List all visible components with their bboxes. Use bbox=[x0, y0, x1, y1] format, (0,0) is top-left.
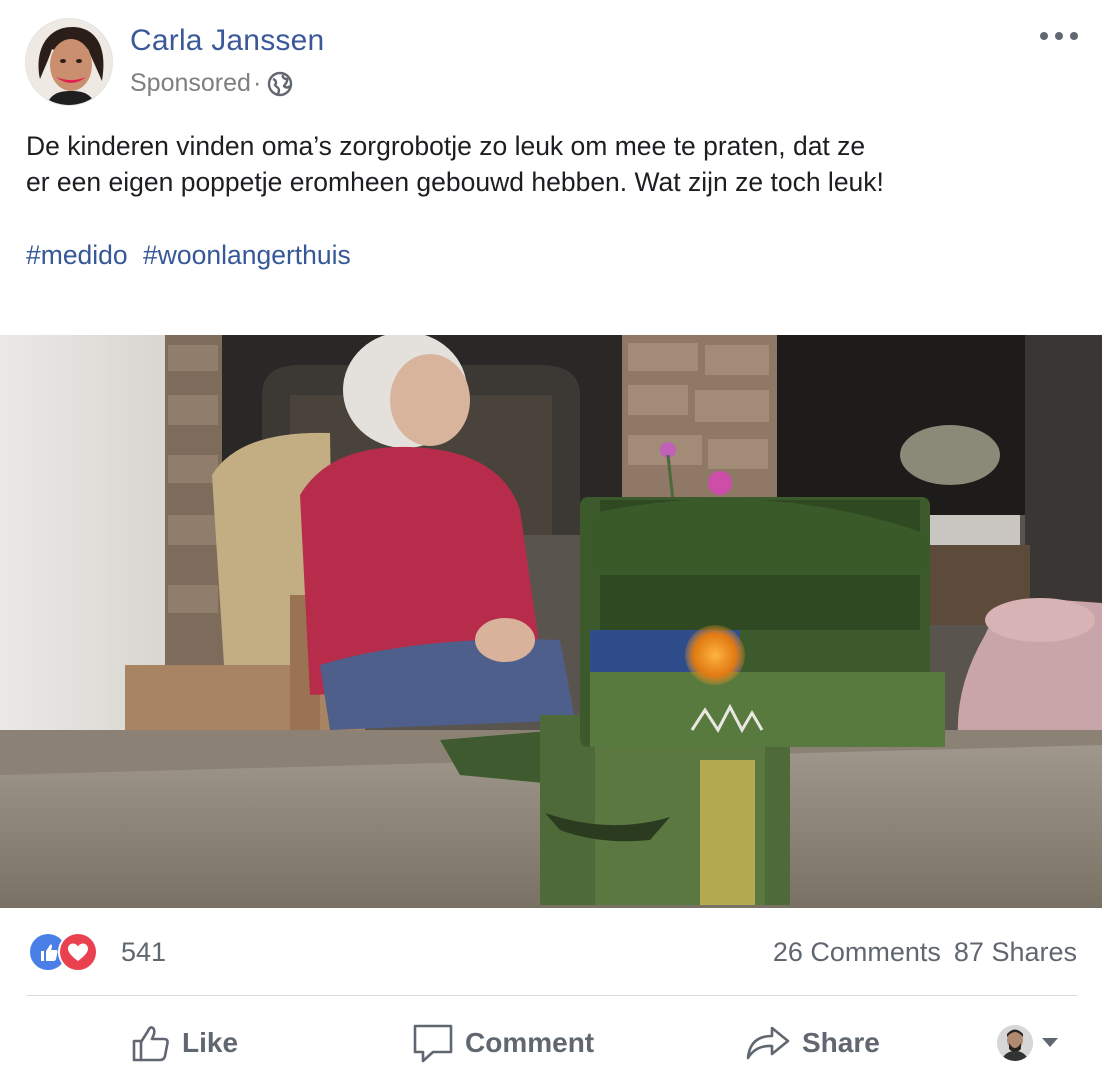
viewer-avatar[interactable] bbox=[997, 1025, 1033, 1061]
chevron-down-icon[interactable] bbox=[1042, 1038, 1058, 1047]
author-avatar[interactable] bbox=[25, 18, 113, 106]
more-options-button[interactable] bbox=[1040, 22, 1078, 50]
dot-icon bbox=[1040, 32, 1048, 40]
photo-illustration bbox=[0, 335, 1102, 908]
love-reaction-icon bbox=[58, 932, 98, 972]
shares-count[interactable]: 87 Shares bbox=[954, 937, 1077, 967]
viewer-photo bbox=[997, 1025, 1033, 1061]
post-text: De kinderen vinden oma’s zorgrobotje zo … bbox=[26, 128, 1066, 200]
hashtag-link[interactable]: #medido bbox=[26, 240, 128, 270]
post-photo[interactable] bbox=[0, 335, 1102, 908]
facebook-post: Carla Janssen Sponsored · De kinderen vi… bbox=[0, 0, 1102, 1084]
share-label: Share bbox=[802, 1027, 880, 1058]
avatar-photo bbox=[26, 19, 112, 105]
like-button[interactable]: Like bbox=[130, 1018, 238, 1068]
post-text-line: er een eigen poppetje eromheen gebouwd h… bbox=[26, 167, 884, 197]
hashtags: #medido #woonlangerthuis bbox=[26, 240, 359, 271]
reactions-summary[interactable] bbox=[28, 932, 110, 974]
comments-count[interactable]: 26 Comments bbox=[773, 937, 941, 967]
like-label: Like bbox=[182, 1027, 239, 1058]
comment-icon bbox=[413, 1024, 453, 1063]
hashtag-link[interactable]: #woonlangerthuis bbox=[143, 240, 351, 270]
share-button[interactable]: Share bbox=[744, 1018, 880, 1068]
author-name[interactable]: Carla Janssen bbox=[130, 24, 324, 58]
share-arrow-icon bbox=[746, 1026, 790, 1060]
reaction-count[interactable]: 541 bbox=[121, 937, 166, 968]
meta-separator: · bbox=[252, 69, 262, 97]
post-meta: Sponsored · bbox=[130, 69, 293, 98]
comment-button[interactable]: Comment bbox=[411, 1018, 594, 1068]
post-text-line: De kinderen vinden oma’s zorgrobotje zo … bbox=[26, 131, 866, 161]
comment-share-counts: 26 Comments 87 Shares bbox=[773, 937, 1077, 968]
actions-divider bbox=[26, 995, 1078, 996]
globe-icon[interactable] bbox=[267, 71, 293, 97]
sponsored-label[interactable]: Sponsored bbox=[130, 69, 251, 98]
thumbs-up-icon bbox=[132, 1026, 169, 1062]
dot-icon bbox=[1070, 32, 1078, 40]
dot-icon bbox=[1055, 32, 1063, 40]
engagement-stats: 541 26 Comments 87 Shares bbox=[0, 908, 1102, 996]
comment-label: Comment bbox=[465, 1027, 595, 1058]
